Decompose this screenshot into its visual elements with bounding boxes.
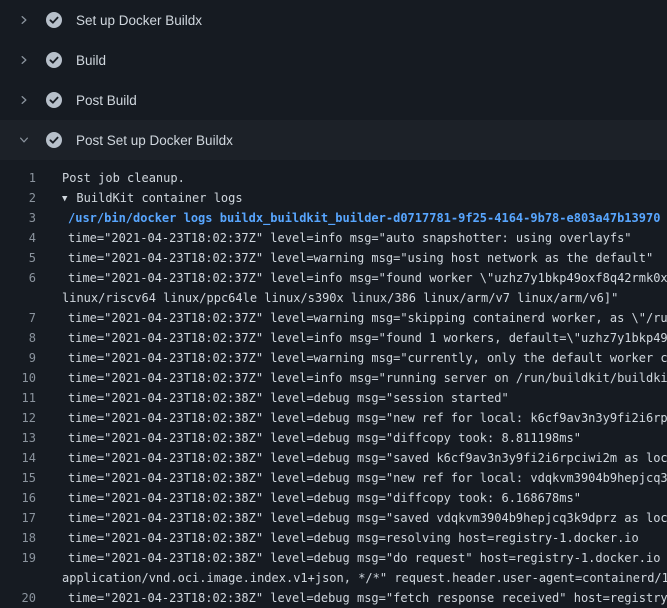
log-text: time="2021-04-23T18:02:37Z" level=info m… bbox=[48, 268, 667, 288]
step-row-post-set-up-docker-buildx[interactable]: Post Set up Docker Buildx bbox=[0, 120, 667, 160]
log-text: Post job cleanup. bbox=[48, 168, 185, 188]
log-group-label: BuildKit container logs bbox=[76, 191, 242, 205]
line-number bbox=[0, 288, 48, 308]
log-text: time="2021-04-23T18:02:37Z" level=info m… bbox=[48, 228, 632, 248]
log-line: 12time="2021-04-23T18:02:38Z" level=debu… bbox=[0, 408, 667, 428]
log-text: time="2021-04-23T18:02:38Z" level=debug … bbox=[48, 548, 667, 568]
step-label: Build bbox=[76, 53, 106, 68]
line-number[interactable]: 5 bbox=[0, 248, 48, 268]
log-text: time="2021-04-23T18:02:38Z" level=debug … bbox=[48, 488, 581, 508]
log-text[interactable]: ▼ BuildKit container logs bbox=[48, 188, 243, 208]
log-command-text: /usr/bin/docker logs buildx_buildkit_bui… bbox=[48, 208, 660, 228]
line-number[interactable]: 10 bbox=[0, 368, 48, 388]
log-text: time="2021-04-23T18:02:38Z" level=debug … bbox=[48, 448, 667, 468]
log-line: 16time="2021-04-23T18:02:38Z" level=debu… bbox=[0, 488, 667, 508]
line-number[interactable]: 13 bbox=[0, 428, 48, 448]
log-line: 19time="2021-04-23T18:02:38Z" level=debu… bbox=[0, 548, 667, 568]
line-number[interactable]: 4 bbox=[0, 228, 48, 248]
log-area: 1Post job cleanup.2 ▼ BuildKit container l… bbox=[0, 160, 667, 608]
log-line: 8time="2021-04-23T18:02:37Z" level=info … bbox=[0, 328, 667, 348]
line-number[interactable]: 17 bbox=[0, 508, 48, 528]
log-text: time="2021-04-23T18:02:38Z" level=debug … bbox=[48, 588, 667, 608]
line-number[interactable]: 9 bbox=[0, 348, 48, 368]
line-number[interactable]: 7 bbox=[0, 308, 48, 328]
log-text: time="2021-04-23T18:02:38Z" level=debug … bbox=[48, 428, 581, 448]
line-number[interactable]: 3 bbox=[0, 208, 48, 228]
steps-list: Set up Docker Buildx Build Post Build Post … bbox=[0, 0, 667, 160]
step-label: Post Set up Docker Buildx bbox=[76, 133, 233, 148]
log-text: linux/riscv64 linux/ppc64le linux/s390x … bbox=[48, 288, 618, 308]
line-number[interactable]: 18 bbox=[0, 528, 48, 548]
line-number[interactable]: 11 bbox=[0, 388, 48, 408]
chevron-right-icon bbox=[16, 94, 32, 106]
chevron-right-icon bbox=[16, 54, 32, 66]
step-row-set-up-docker-buildx[interactable]: Set up Docker Buildx bbox=[0, 0, 667, 40]
log-line: 3/usr/bin/docker logs buildx_buildkit_bu… bbox=[0, 208, 667, 228]
log-line: 1Post job cleanup. bbox=[0, 168, 667, 188]
log-line: 13time="2021-04-23T18:02:38Z" level=debu… bbox=[0, 428, 667, 448]
log-text: time="2021-04-23T18:02:38Z" level=debug … bbox=[48, 468, 667, 488]
step-row-post-build[interactable]: Post Build bbox=[0, 80, 667, 120]
log-line: 17time="2021-04-23T18:02:38Z" level=debu… bbox=[0, 508, 667, 528]
log-line: 4time="2021-04-23T18:02:37Z" level=info … bbox=[0, 228, 667, 248]
log-text: time="2021-04-23T18:02:37Z" level=warnin… bbox=[48, 348, 667, 368]
log-text: time="2021-04-23T18:02:37Z" level=warnin… bbox=[48, 248, 653, 268]
line-number[interactable]: 20 bbox=[0, 588, 48, 608]
check-circle-icon bbox=[46, 52, 62, 68]
check-circle-icon bbox=[46, 12, 62, 28]
line-number[interactable]: 19 bbox=[0, 548, 48, 568]
log-line: 15time="2021-04-23T18:02:38Z" level=debu… bbox=[0, 468, 667, 488]
log-text: time="2021-04-23T18:02:38Z" level=debug … bbox=[48, 388, 509, 408]
actions-log-viewer: Set up Docker Buildx Build Post Build Post … bbox=[0, 0, 667, 608]
log-text: time="2021-04-23T18:02:37Z" level=info m… bbox=[48, 368, 667, 388]
line-number[interactable]: 16 bbox=[0, 488, 48, 508]
step-row-build[interactable]: Build bbox=[0, 40, 667, 80]
check-circle-icon bbox=[46, 92, 62, 108]
log-text: time="2021-04-23T18:02:38Z" level=debug … bbox=[48, 508, 667, 528]
log-line: 11time="2021-04-23T18:02:38Z" level=debu… bbox=[0, 388, 667, 408]
log-line: 14time="2021-04-23T18:02:38Z" level=debu… bbox=[0, 448, 667, 468]
chevron-right-icon bbox=[16, 14, 32, 26]
log-line: linux/riscv64 linux/ppc64le linux/s390x … bbox=[0, 288, 667, 308]
log-line: 6time="2021-04-23T18:02:37Z" level=info … bbox=[0, 268, 667, 288]
log-text: application/vnd.oci.image.index.v1+json,… bbox=[48, 568, 667, 588]
line-number[interactable]: 2 bbox=[0, 188, 48, 208]
log-line: 18time="2021-04-23T18:02:38Z" level=debu… bbox=[0, 528, 667, 548]
check-circle-icon bbox=[46, 132, 62, 148]
log-line: 10time="2021-04-23T18:02:37Z" level=info… bbox=[0, 368, 667, 388]
log-text: time="2021-04-23T18:02:38Z" level=debug … bbox=[48, 408, 667, 428]
chevron-down-icon bbox=[16, 134, 32, 146]
log-text: time="2021-04-23T18:02:38Z" level=debug … bbox=[48, 528, 639, 548]
log-text: time="2021-04-23T18:02:37Z" level=info m… bbox=[48, 328, 667, 348]
line-number[interactable]: 6 bbox=[0, 268, 48, 288]
log-text: time="2021-04-23T18:02:37Z" level=warnin… bbox=[48, 308, 667, 328]
step-label: Post Build bbox=[76, 93, 137, 108]
log-line: 20time="2021-04-23T18:02:38Z" level=debu… bbox=[0, 588, 667, 608]
line-number[interactable]: 1 bbox=[0, 168, 48, 188]
line-number[interactable]: 14 bbox=[0, 448, 48, 468]
line-number[interactable]: 12 bbox=[0, 408, 48, 428]
line-number[interactable]: 15 bbox=[0, 468, 48, 488]
log-line: 5time="2021-04-23T18:02:37Z" level=warni… bbox=[0, 248, 667, 268]
step-label: Set up Docker Buildx bbox=[76, 13, 202, 28]
log-line: 7time="2021-04-23T18:02:37Z" level=warni… bbox=[0, 308, 667, 328]
log-group-line[interactable]: 2 ▼ BuildKit container logs bbox=[0, 188, 667, 208]
line-number[interactable]: 8 bbox=[0, 328, 48, 348]
log-line: application/vnd.oci.image.index.v1+json,… bbox=[0, 568, 667, 588]
log-line: 9time="2021-04-23T18:02:37Z" level=warni… bbox=[0, 348, 667, 368]
triangle-down-icon[interactable]: ▼ bbox=[62, 189, 67, 208]
line-number bbox=[0, 568, 48, 588]
